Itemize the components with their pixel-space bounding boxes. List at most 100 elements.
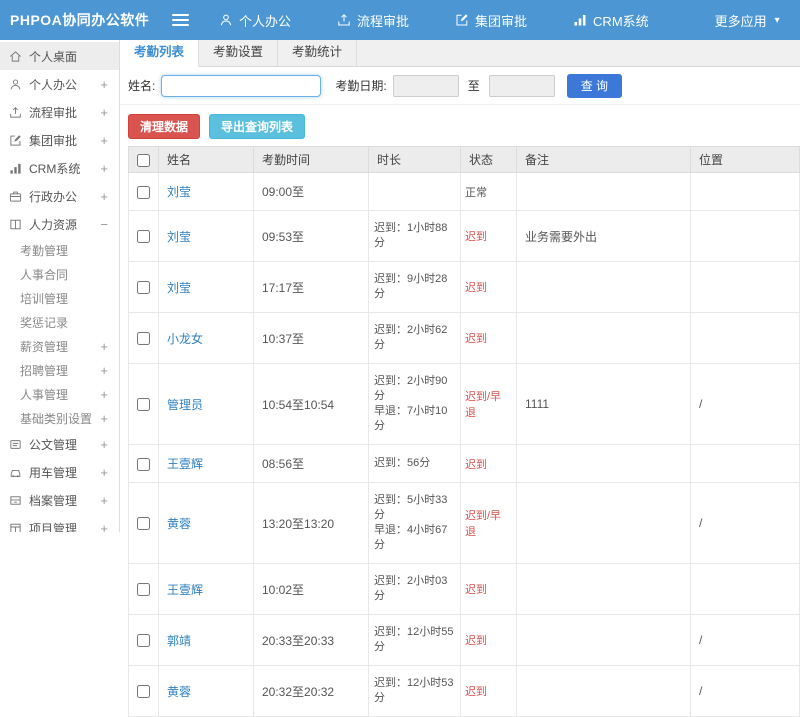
main-content: 考勤列表 考勤设置 考勤统计 姓名: 考勤日期: 至 查 询 清理数据 导出查询… [120, 40, 800, 717]
sidebar-item[interactable]: 用车管理 + [0, 458, 119, 486]
nav-item[interactable]: CRM系统 [573, 11, 657, 30]
row-checkbox[interactable] [137, 685, 150, 699]
chart-icon [9, 162, 22, 175]
query-button[interactable]: 查 询 [566, 73, 623, 98]
table-row: 王壹辉 10:02至 迟到：2小时03分 迟到 [128, 563, 800, 615]
remark [516, 563, 691, 615]
employee-name-link[interactable]: 黄蓉 [167, 517, 191, 531]
employee-name-link[interactable]: 刘莹 [167, 281, 191, 295]
duration: 迟到：12小时55分 [368, 614, 461, 666]
row-checkbox[interactable] [137, 281, 150, 295]
attendance-time: 10:37至 [253, 312, 369, 364]
row-checkbox[interactable] [137, 230, 150, 244]
sidebar-item[interactable]: 个人桌面 [0, 42, 119, 70]
name-input[interactable] [161, 74, 322, 97]
sidebar-item[interactable]: 人事合同 [0, 262, 119, 286]
status-badge: 迟到/早退 [460, 482, 517, 564]
sidebar-item[interactable]: 招聘管理 + [0, 358, 119, 382]
sidebar-item[interactable]: 流程审批 + [0, 98, 119, 126]
sidebar-item[interactable]: 考勤管理 [0, 238, 119, 262]
tab[interactable]: 考勤列表 [120, 40, 200, 67]
sidebar-item[interactable]: 人事管理 + [0, 382, 119, 406]
sidebar-item[interactable]: 档案管理 + [0, 486, 119, 514]
sidebar-item[interactable]: CRM系统 + [0, 154, 119, 182]
expand-toggle-icon[interactable]: + [100, 189, 108, 204]
chart-icon [573, 13, 587, 27]
table-row: 管理员 10:54至10:54 迟到：2小时90分 早退：7小时10分 迟到/早… [128, 363, 800, 445]
col-header-name: 姓名 [158, 146, 254, 173]
expand-toggle-icon[interactable]: + [100, 133, 108, 148]
top-navbar: PHPOA协同办公软件 个人办公 流程审批 集团审批 CRM系统 更多应用 ▾ [0, 0, 800, 40]
sidebar-item[interactable]: 奖惩记录 [0, 310, 119, 334]
row-checkbox[interactable] [137, 185, 150, 199]
sidebar-item[interactable]: 个人办公 + [0, 70, 119, 98]
attendance-time: 13:20至13:20 [253, 482, 369, 564]
expand-toggle-icon[interactable]: + [100, 363, 108, 378]
employee-name-link[interactable]: 王壹辉 [167, 583, 203, 597]
expand-toggle-icon[interactable]: + [100, 521, 108, 533]
nav-item[interactable]: 个人办公 [219, 11, 299, 30]
row-checkbox[interactable] [137, 517, 150, 531]
sidebar-item[interactable]: 集团审批 + [0, 126, 119, 154]
sidebar: 个人桌面 个人办公 + 流程审批 + 集团审批 + CRM系统 + 行政办公 +… [0, 40, 120, 532]
expand-toggle-icon[interactable]: + [100, 437, 108, 452]
status-badge: 迟到/早退 [460, 363, 517, 445]
nav-item-label: 更多应用 [714, 13, 767, 29]
employee-name-link[interactable]: 王壹辉 [167, 457, 203, 471]
sidebar-item[interactable]: 公文管理 + [0, 430, 119, 458]
flow-icon [337, 13, 351, 27]
employee-name-link[interactable]: 黄蓉 [167, 685, 191, 699]
tab[interactable]: 考勤统计 [278, 40, 358, 66]
expand-toggle-icon[interactable]: + [100, 161, 108, 176]
nav-item[interactable]: 集团审批 [455, 11, 535, 30]
status-badge: 迟到 [460, 614, 517, 666]
doc-icon [9, 438, 22, 451]
remark [516, 312, 691, 364]
row-checkbox[interactable] [137, 457, 150, 471]
expand-toggle-icon[interactable]: + [100, 387, 108, 402]
row-checkbox[interactable] [137, 634, 150, 648]
expand-toggle-icon[interactable]: + [100, 465, 108, 480]
select-all-checkbox[interactable] [137, 153, 150, 167]
attendance-table: 姓名 考勤时间 时长 状态 备注 位置 刘莹 09:00至 正常 刘莹 09:5… [128, 146, 800, 717]
attendance-time: 09:53至 [253, 210, 369, 262]
expand-toggle-icon[interactable]: + [100, 411, 108, 426]
expand-toggle-icon[interactable]: − [100, 217, 108, 232]
sidebar-item[interactable]: 薪资管理 + [0, 334, 119, 358]
clean-data-button[interactable]: 清理数据 [128, 114, 201, 139]
employee-name-link[interactable]: 小龙女 [167, 332, 203, 346]
employee-name-link[interactable]: 郭靖 [167, 634, 191, 648]
hamburger-menu-icon[interactable] [172, 11, 189, 29]
date-label: 考勤日期: [335, 79, 387, 93]
sidebar-item[interactable]: 基础类别设置 + [0, 406, 119, 430]
remark [516, 665, 691, 717]
employee-name-link[interactable]: 刘莹 [167, 230, 191, 244]
attendance-time: 20:33至20:33 [253, 614, 369, 666]
sidebar-item[interactable]: 人力资源 − [0, 210, 119, 238]
sidebar-item[interactable]: 项目管理 + [0, 514, 119, 532]
status-badge: 迟到 [460, 665, 517, 717]
employee-name-link[interactable]: 刘莹 [167, 185, 191, 199]
export-list-button[interactable]: 导出查询列表 [209, 114, 306, 139]
row-checkbox[interactable] [137, 583, 150, 597]
expand-toggle-icon[interactable]: + [100, 105, 108, 120]
row-checkbox[interactable] [137, 398, 150, 412]
sidebar-item-label: 招聘管理 [20, 363, 69, 378]
attendance-time: 08:56至 [253, 444, 369, 483]
tab[interactable]: 考勤设置 [199, 40, 279, 66]
sidebar-item[interactable]: 行政办公 + [0, 182, 119, 210]
expand-toggle-icon[interactable]: + [100, 339, 108, 354]
row-checkbox[interactable] [137, 332, 150, 346]
duration: 迟到：2小时03分 [368, 563, 461, 615]
duration: 迟到：12小时53分 [368, 665, 461, 717]
expand-toggle-icon[interactable]: + [100, 493, 108, 508]
nav-item[interactable]: 更多应用 ▾ [695, 11, 780, 30]
expand-toggle-icon[interactable]: + [100, 77, 108, 92]
date-range-to-label: 至 [467, 79, 480, 93]
employee-name-link[interactable]: 管理员 [167, 398, 203, 412]
nav-item[interactable]: 流程审批 [337, 11, 417, 30]
sidebar-item[interactable]: 培训管理 [0, 286, 119, 310]
date-to-input[interactable] [488, 74, 555, 97]
date-from-input[interactable] [392, 74, 459, 97]
sidebar-item-label: 基础类别设置 [20, 411, 93, 426]
